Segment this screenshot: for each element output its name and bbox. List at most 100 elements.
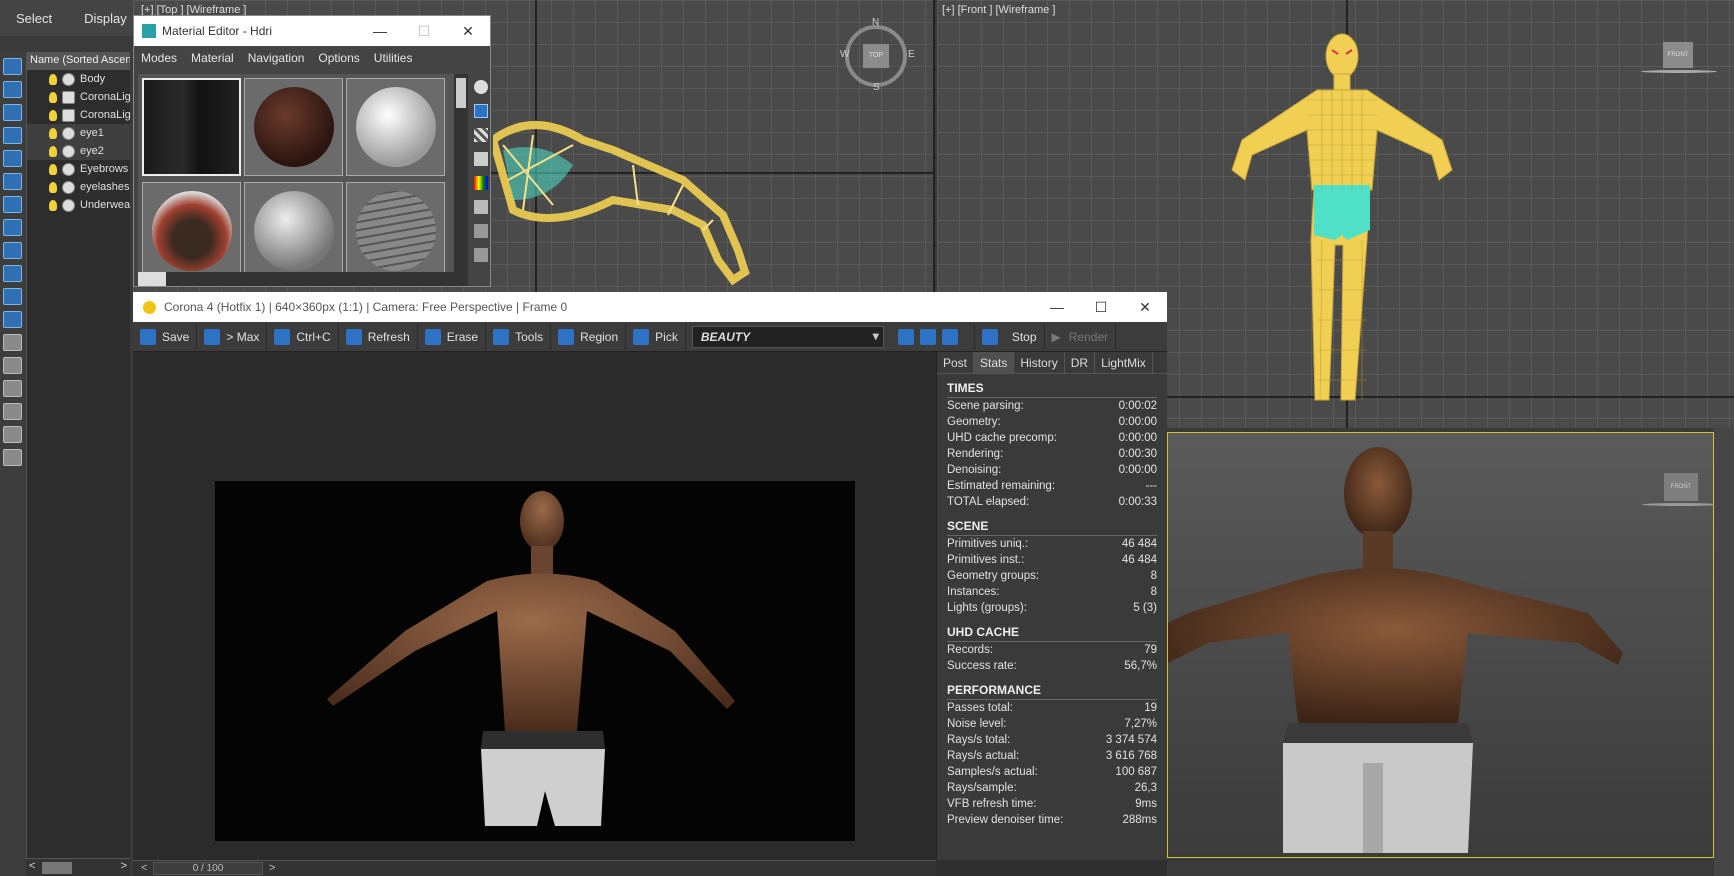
copy-button[interactable]: Ctrl+C [267, 324, 339, 349]
explorer-item[interactable]: CoronaLight002 [27, 106, 130, 124]
display-menu[interactable]: Display [68, 11, 143, 26]
hierarchy-icon[interactable] [3, 449, 22, 466]
material-slot[interactable] [244, 78, 343, 176]
invert-display-icon[interactable] [3, 380, 22, 397]
scroll-thumb[interactable] [42, 862, 72, 874]
display-frozen-icon[interactable] [3, 311, 22, 328]
scroll-thumb[interactable] [138, 272, 166, 286]
light-bulb-icon[interactable] [49, 145, 57, 157]
light-bulb-icon[interactable] [49, 91, 57, 103]
tab-lightmix[interactable]: LightMix [1095, 352, 1153, 373]
timeline-next-icon[interactable]: > [269, 862, 275, 874]
display-spacewarps-icon[interactable] [3, 196, 22, 213]
light-bulb-icon[interactable] [49, 73, 57, 85]
maximize-icon[interactable]: ☐ [1079, 299, 1123, 316]
tab-stats[interactable]: Stats [974, 352, 1015, 373]
select-by-material-icon[interactable] [474, 248, 488, 262]
material-hscrollbar[interactable] [138, 272, 454, 286]
light-bulb-icon[interactable] [49, 109, 57, 121]
front-wireframe-figure[interactable] [1207, 30, 1477, 405]
display-none-icon[interactable] [3, 58, 22, 75]
display-xrefs-icon[interactable] [3, 242, 22, 259]
minimize-icon[interactable]: — [1035, 299, 1079, 316]
viewport-label[interactable]: [+] [Front ] [Wireframe ] [942, 4, 1055, 16]
material-editor-titlebar[interactable]: Material Editor - Hdri — ☐ ✕ [134, 16, 490, 46]
make-preview-icon[interactable] [474, 200, 488, 214]
light-bulb-icon[interactable] [49, 199, 57, 211]
render-canvas-area[interactable] [133, 352, 936, 860]
menu-utilities[interactable]: Utilities [367, 51, 420, 65]
render-element-select[interactable]: BEAUTY [691, 325, 884, 348]
backlight-icon[interactable] [474, 104, 488, 118]
filter-icon[interactable] [3, 403, 22, 420]
menu-material[interactable]: Material [184, 51, 241, 65]
explorer-column-header[interactable]: Name (Sorted Ascending) [27, 52, 130, 70]
scroll-thumb[interactable] [456, 78, 466, 108]
viewcube[interactable]: TOP [863, 44, 889, 68]
uv-tiling-icon[interactable] [474, 152, 488, 166]
display-none-toggle-icon[interactable] [3, 357, 22, 374]
explorer-item[interactable]: eyelashes [27, 178, 130, 196]
layer-filter-icon[interactable] [3, 426, 22, 443]
select-menu[interactable]: Select [0, 11, 68, 26]
menu-modes[interactable]: Modes [134, 51, 184, 65]
material-slot[interactable] [142, 182, 241, 280]
light-bulb-icon[interactable] [49, 163, 57, 175]
explorer-hscrollbar[interactable]: < > [26, 858, 130, 876]
scroll-right-icon[interactable]: > [121, 860, 127, 872]
stop-button[interactable]: Stop [973, 324, 1045, 349]
display-cameras-icon[interactable] [3, 150, 22, 167]
close-icon[interactable]: ✕ [1123, 299, 1167, 316]
close-icon[interactable]: ✕ [446, 23, 490, 40]
explorer-item[interactable]: eye1 [27, 124, 130, 142]
region-button[interactable]: Region [551, 324, 627, 349]
render-button[interactable]: ▶ Render [1045, 324, 1117, 349]
save-button[interactable]: Save [133, 324, 198, 349]
pick-button[interactable]: Pick [626, 324, 686, 349]
video-color-check-icon[interactable] [474, 176, 488, 190]
send-to-max-button[interactable]: > Max [197, 324, 268, 349]
zoom-fit-icon[interactable] [941, 328, 958, 345]
corona-titlebar[interactable]: Corona 4 (Hotfix 1) | 640×360px (1:1) | … [133, 292, 1167, 322]
viewcube-ring[interactable] [1641, 70, 1717, 73]
erase-button[interactable]: Erase [418, 324, 487, 349]
zoom-in-icon[interactable] [897, 328, 914, 345]
perspective-viewport[interactable]: FRONT [1167, 432, 1718, 858]
sample-type-icon[interactable] [474, 80, 488, 94]
light-bulb-icon[interactable] [49, 127, 57, 139]
minimize-icon[interactable]: — [358, 23, 402, 40]
display-geometry-icon[interactable] [3, 81, 22, 98]
explorer-item[interactable]: Underwear [27, 196, 130, 214]
material-slot[interactable] [346, 182, 445, 280]
time-slider[interactable]: 0 / 100 [153, 862, 263, 875]
zoom-out-icon[interactable] [919, 328, 936, 345]
explorer-item[interactable]: eye2 [27, 142, 130, 160]
light-bulb-icon[interactable] [49, 181, 57, 193]
display-helpers-icon[interactable] [3, 173, 22, 190]
explorer-item[interactable]: CoronaLight001 [27, 88, 130, 106]
explorer-item[interactable]: Eyebrows [27, 160, 130, 178]
timeline-prev-icon[interactable]: < [141, 862, 147, 874]
explorer-item[interactable]: Body [27, 70, 130, 88]
display-containers-icon[interactable] [3, 288, 22, 305]
display-bones-icon[interactable] [3, 265, 22, 282]
material-vscrollbar[interactable] [454, 74, 468, 286]
display-lights-icon[interactable] [3, 127, 22, 144]
background-icon[interactable] [474, 128, 488, 142]
tab-history[interactable]: History [1014, 352, 1065, 373]
display-shapes-icon[interactable] [3, 104, 22, 121]
refresh-button[interactable]: Refresh [339, 324, 418, 349]
top-wireframe-model[interactable] [493, 120, 913, 292]
menu-navigation[interactable]: Navigation [241, 51, 312, 65]
scroll-left-icon[interactable]: < [29, 860, 35, 872]
tab-post[interactable]: Post [937, 352, 975, 373]
viewcube[interactable]: FRONT [1663, 42, 1693, 68]
options-icon[interactable] [474, 224, 488, 238]
tools-button[interactable]: Tools [486, 324, 552, 349]
material-slot[interactable] [346, 78, 445, 176]
tab-dr[interactable]: DR [1065, 352, 1096, 373]
maximize-icon[interactable]: ☐ [402, 23, 446, 40]
material-slot[interactable] [244, 182, 343, 280]
menu-options[interactable]: Options [311, 51, 366, 65]
material-slot[interactable] [142, 78, 241, 176]
